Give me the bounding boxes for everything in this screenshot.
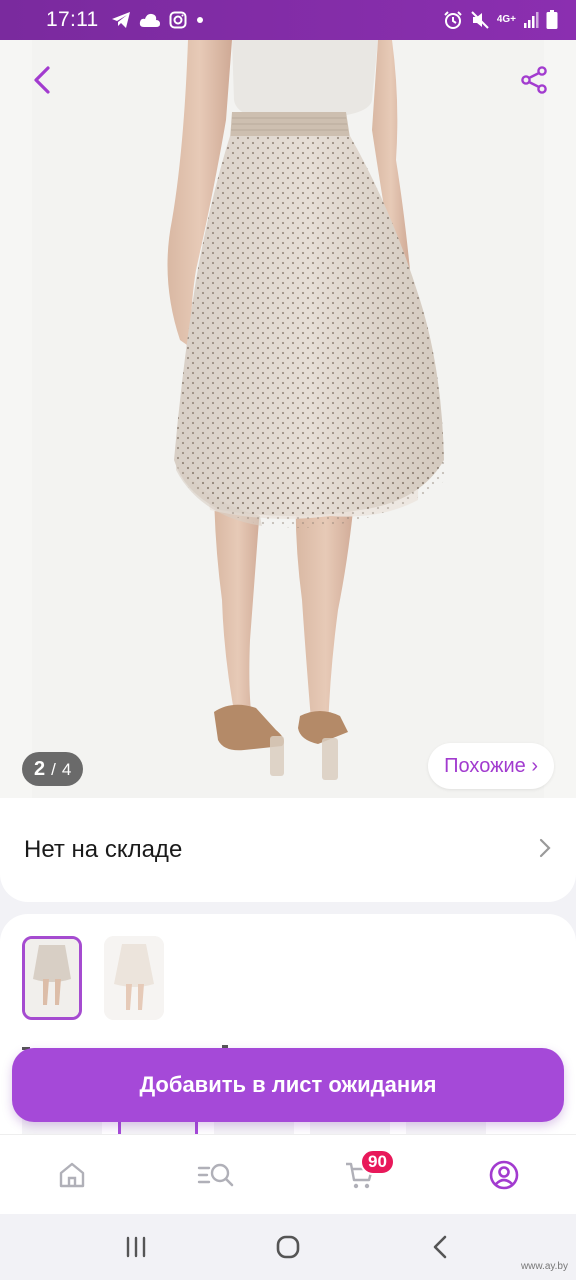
cart-count-badge: 90 xyxy=(360,1148,395,1175)
gallery-page-indicator: 2 / 4 xyxy=(22,752,84,786)
battery-icon xyxy=(546,10,558,30)
similar-button[interactable]: Похожие › xyxy=(428,743,554,789)
back-system-button[interactable] xyxy=(410,1222,470,1272)
dot-icon xyxy=(195,15,205,25)
telegram-icon xyxy=(111,11,131,29)
nav-catalog[interactable] xyxy=(186,1145,246,1205)
nav-home[interactable] xyxy=(42,1145,102,1205)
signal-icon xyxy=(523,11,539,29)
status-notification-icons xyxy=(111,11,205,29)
watermark: www.ay.by xyxy=(520,1261,568,1272)
home-circle-icon xyxy=(276,1235,300,1259)
product-photo xyxy=(32,40,544,808)
share-button[interactable] xyxy=(518,64,550,96)
chevron-right-icon xyxy=(538,837,552,864)
add-to-waitlist-button[interactable]: Добавить в лист ожидания xyxy=(12,1048,564,1122)
status-system-icons: 4G+ xyxy=(443,10,558,30)
nav-profile[interactable] xyxy=(474,1145,534,1205)
stock-status-row[interactable]: Нет на складе xyxy=(0,798,576,902)
cloud-icon xyxy=(139,12,161,28)
back-chevron-icon xyxy=(433,1235,447,1259)
home-system-button[interactable] xyxy=(258,1222,318,1272)
gallery-separator: / xyxy=(51,760,56,779)
status-time: 17:11 xyxy=(46,8,99,31)
variant-thumbnail[interactable] xyxy=(104,936,164,1020)
alarm-icon xyxy=(443,10,463,30)
chevron-left-icon xyxy=(34,66,50,94)
share-icon xyxy=(521,66,547,94)
gallery-total-pages: 4 xyxy=(61,760,72,779)
thumbnail-image xyxy=(104,936,164,1020)
instagram-icon xyxy=(169,11,187,29)
catalog-search-icon xyxy=(197,1163,234,1186)
similar-button-label: Похожие › xyxy=(444,754,538,777)
system-navigation-bar xyxy=(0,1214,576,1280)
profile-icon xyxy=(489,1160,519,1189)
back-button[interactable] xyxy=(24,60,60,100)
nav-cart[interactable]: 90 xyxy=(330,1145,395,1205)
mute-icon xyxy=(470,10,490,30)
thumbnail-image xyxy=(25,939,79,1017)
bottom-navigation: 90 xyxy=(0,1134,576,1214)
home-icon xyxy=(59,1162,85,1187)
recent-apps-icon xyxy=(126,1236,146,1258)
status-bar: 17:11 4G+ xyxy=(0,0,576,40)
stock-status-label: Нет на складе xyxy=(24,836,183,863)
add-to-waitlist-label: Добавить в лист ожидания xyxy=(139,1072,437,1097)
product-photo-gallery[interactable]: 2 / 4 Похожие › xyxy=(0,40,576,808)
variant-thumbnail-selected[interactable] xyxy=(22,936,82,1020)
gallery-current-page: 2 xyxy=(34,758,46,780)
recent-apps-button[interactable] xyxy=(106,1222,166,1272)
network-type-label: 4G+ xyxy=(496,14,516,25)
